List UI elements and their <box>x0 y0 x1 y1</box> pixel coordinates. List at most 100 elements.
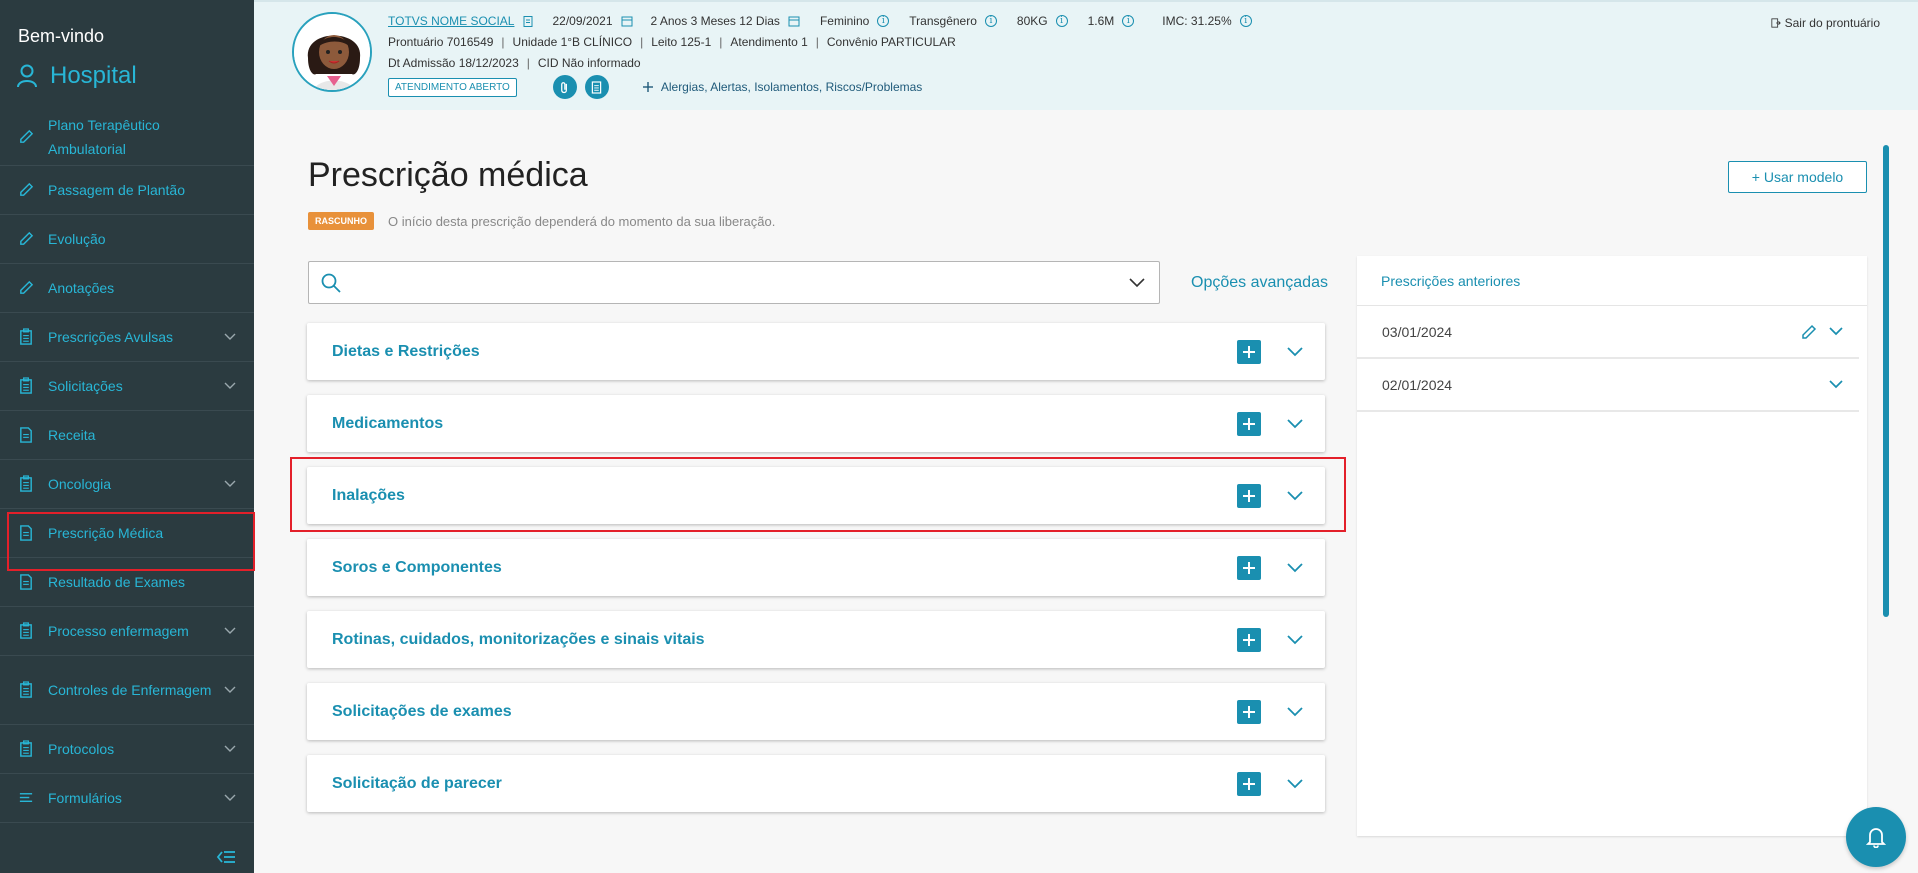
info-icon[interactable]: i <box>877 15 890 27</box>
copy-icon[interactable] <box>522 15 534 27</box>
add-item-button[interactable] <box>1237 411 1261 436</box>
chevron-down-icon[interactable] <box>1287 562 1303 573</box>
sidebar: Bem-vindo Hospital Plano Terapêutico Amb… <box>0 0 255 873</box>
atendimento: Atendimento 1 <box>730 35 808 49</box>
logout-link[interactable]: Sair do prontuário <box>1771 16 1880 30</box>
add-item-button[interactable] <box>1237 627 1261 652</box>
previous-prescription-row[interactable]: 03/01/2024 <box>1357 306 1859 359</box>
list-icon <box>19 793 33 802</box>
sidebar-item-label: Plano Terapêutico Ambulatorial <box>48 116 160 157</box>
sidebar-item-label: Solicitações <box>48 378 123 394</box>
section-label: Dietas e Restrições <box>332 342 480 360</box>
user-icon <box>17 64 37 88</box>
sidebar-item-label: Prescrições Avulsas <box>48 329 174 345</box>
document-icon <box>20 574 32 590</box>
section-row[interactable]: Soros e Componentes <box>307 539 1325 596</box>
search-bar[interactable] <box>308 261 1160 304</box>
use-model-button[interactable]: + Usar modelo <box>1728 161 1867 193</box>
section-row[interactable]: Medicamentos <box>307 395 1325 452</box>
chevron-down-icon[interactable] <box>1287 490 1303 501</box>
alerts-link[interactable]: Alergias, Alertas, Isolamentos, Riscos/P… <box>642 80 922 94</box>
clipboard-icon <box>20 475 32 492</box>
status-text: O início desta prescrição dependerá do m… <box>388 213 776 229</box>
clipboard-icon <box>20 740 32 757</box>
info-icon[interactable]: i <box>984 15 997 27</box>
draft-badge: RASCUNHO <box>308 212 375 230</box>
section-row[interactable]: Solicitação de parecer <box>307 755 1325 812</box>
hospital-title[interactable]: Hospital <box>16 62 137 90</box>
chevron-down-icon[interactable] <box>1287 418 1303 429</box>
add-item-button[interactable] <box>1237 339 1261 364</box>
convenio: Convênio PARTICULAR <box>826 35 956 49</box>
chevron-down-icon[interactable] <box>1287 346 1303 357</box>
patient-gender: Transgênero <box>909 14 977 28</box>
add-item-button[interactable] <box>1237 555 1261 580</box>
bell-icon <box>1866 828 1886 848</box>
sidebar-item-plano-terapeutico-ambulatorial[interactable]: Plano Terapêutico Ambulatorial <box>0 108 254 166</box>
section-label: Inalações <box>332 486 405 504</box>
sidebar-item-label: Oncologia <box>48 476 112 492</box>
sidebar-item-label: Controles de Enfermagem <box>48 682 212 698</box>
patient-header: TOTVS NOME SOCIAL 22/09/2021 2 Anos 3 Me… <box>254 0 1918 110</box>
info-icon[interactable]: i <box>1239 15 1252 27</box>
advanced-options-link[interactable]: Opções avançadas <box>1191 274 1328 292</box>
add-item-button[interactable] <box>1237 483 1261 508</box>
scrollbar[interactable] <box>1883 145 1889 617</box>
notifications-button[interactable] <box>1846 807 1906 867</box>
attachment-button[interactable] <box>552 75 577 99</box>
search-input[interactable] <box>351 267 1129 298</box>
chevron-down-icon[interactable] <box>1287 778 1303 789</box>
add-item-button[interactable] <box>1237 699 1261 724</box>
chevron-down-icon[interactable] <box>1129 277 1145 288</box>
clipboard-icon <box>20 377 32 394</box>
chevron-down-icon <box>224 333 236 340</box>
status-badge: ATENDIMENTO ABERTO <box>388 77 517 97</box>
info-icon[interactable]: i <box>1055 15 1068 27</box>
sidebar-item-label: Formulários <box>48 790 122 806</box>
birth-date: 22/09/2021 <box>552 14 613 28</box>
sidebar-item-prescricoes-avulsas[interactable]: Prescrições Avulsas <box>0 313 254 362</box>
pencil-icon <box>20 231 34 245</box>
document-button[interactable] <box>584 75 609 99</box>
chevron-down-icon[interactable] <box>1287 706 1303 717</box>
patient-name-link[interactable]: TOTVS NOME SOCIAL <box>388 14 514 28</box>
sidebar-item-evolucao[interactable]: Evolução <box>0 215 254 264</box>
sidebar-item-solicitacoes[interactable]: Solicitações <box>0 362 254 411</box>
chevron-down-icon <box>224 794 236 801</box>
plus-icon <box>642 82 653 92</box>
sidebar-item-prescricao-medica[interactable]: Prescrição Médica <box>0 509 255 571</box>
info-icon[interactable]: i <box>1122 15 1135 27</box>
sidebar-item-oncologia[interactable]: Oncologia <box>0 460 254 509</box>
section-label: Solicitação de parecer <box>332 774 502 792</box>
section-row[interactable]: Rotinas, cuidados, monitorizações e sina… <box>307 611 1325 668</box>
add-item-button[interactable] <box>1237 771 1261 796</box>
patient-age: 2 Anos 3 Meses 12 Dias <box>650 14 780 28</box>
clipboard-icon <box>20 622 32 639</box>
logout-label: Sair do prontuário <box>1784 16 1880 30</box>
section-label: Soros e Componentes <box>332 558 502 576</box>
plus-icon <box>1243 705 1255 718</box>
collapse-menu-icon[interactable] <box>216 849 236 865</box>
previous-prescription-row[interactable]: 02/01/2024 <box>1357 359 1859 412</box>
section-row[interactable]: Dietas e Restrições <box>307 323 1325 380</box>
sidebar-item-protocolos[interactable]: Protocolos <box>0 725 254 774</box>
chevron-down-icon[interactable] <box>1829 327 1843 336</box>
sidebar-item-resultado-de-exames[interactable]: Resultado de Exames <box>0 558 254 607</box>
pencil-icon[interactable] <box>1801 324 1817 340</box>
sidebar-item-processo-enfermagem[interactable]: Processo enfermagem <box>0 607 254 656</box>
sidebar-item-label: Resultado de Exames <box>48 574 185 590</box>
section-row[interactable]: Inalações <box>307 467 1325 524</box>
sidebar-item-anotacoes[interactable]: Anotações <box>0 264 254 313</box>
sidebar-item-receita[interactable]: Receita <box>0 411 254 460</box>
chevron-down-icon[interactable] <box>1287 634 1303 645</box>
sidebar-item-passagem-de-plantao[interactable]: Passagem de Plantão <box>0 166 254 215</box>
section-row[interactable]: Solicitações de exames <box>307 683 1325 740</box>
unidade: Unidade 1°B CLÍNICO <box>512 35 633 49</box>
prescription-date: 02/01/2024 <box>1382 376 1453 393</box>
sidebar-item-controles-de-enfermagem[interactable]: Controles de Enfermagem <box>0 656 254 725</box>
chevron-down-icon[interactable] <box>1829 380 1843 389</box>
patient-weight: 80KG <box>1016 14 1048 28</box>
sidebar-item-label: Evolução <box>48 231 106 247</box>
sidebar-item-formularios[interactable]: Formulários <box>0 774 254 823</box>
sidebar-item-label: Processo enfermagem <box>48 623 189 639</box>
